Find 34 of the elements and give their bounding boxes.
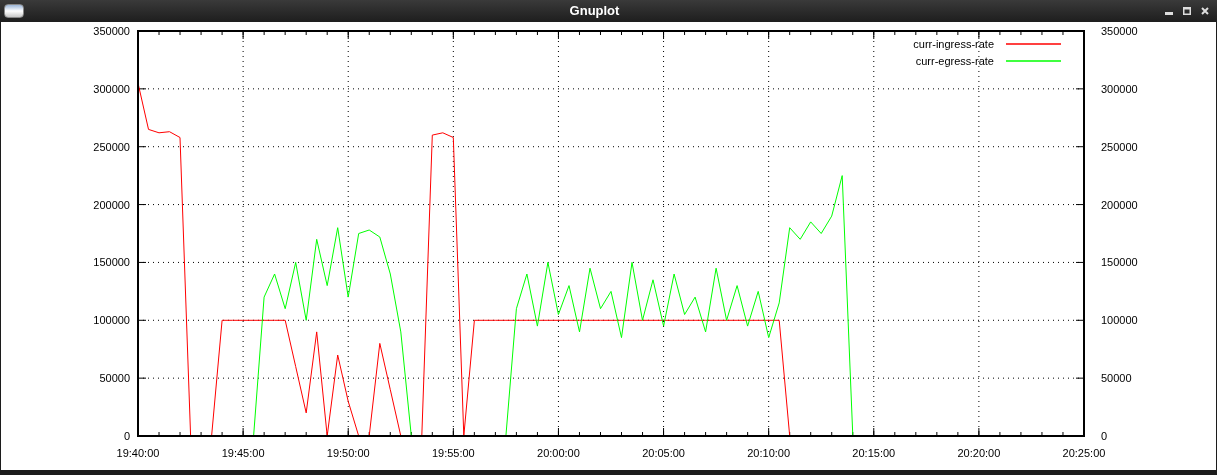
y-axis-label: 0 bbox=[1101, 430, 1108, 442]
x-axis-label: 20:25:00 bbox=[1062, 447, 1106, 459]
y-axis-label: 200000 bbox=[93, 198, 130, 211]
y-axis-label: 100000 bbox=[1101, 314, 1138, 327]
legend-label: curr-ingress-rate bbox=[913, 38, 994, 50]
x-axis-label: 20:10:00 bbox=[747, 447, 791, 459]
x-axis-label: 19:45:00 bbox=[221, 447, 265, 459]
y-axis-label: 250000 bbox=[1101, 140, 1138, 153]
legend-line bbox=[1005, 43, 1062, 45]
y-axis-label: 50000 bbox=[99, 372, 130, 385]
y-axis-label: 350000 bbox=[1101, 25, 1138, 37]
close-icon[interactable] bbox=[1201, 7, 1209, 15]
y-axis-label: 200000 bbox=[1101, 198, 1138, 211]
x-axis-label: 20:00:00 bbox=[537, 447, 580, 459]
y-axis-label: 150000 bbox=[1101, 256, 1138, 269]
x-axis-label: 20:15:00 bbox=[852, 447, 896, 459]
y-axis-label: 300000 bbox=[93, 82, 130, 95]
y-axis-label: 0 bbox=[123, 430, 130, 442]
x-axis-label: 20:20:00 bbox=[957, 447, 1001, 459]
window-title: Gnuplot bbox=[568, 2, 621, 21]
legend-line bbox=[1005, 60, 1062, 62]
y-axis-label: 150000 bbox=[93, 256, 130, 269]
x-axis-label: 20:05:00 bbox=[642, 447, 685, 459]
y-axis-label: 50000 bbox=[1101, 372, 1132, 385]
window-icon bbox=[4, 4, 24, 18]
y-axis-label: 250000 bbox=[93, 140, 130, 153]
legend-label: curr-egress-rate bbox=[915, 55, 994, 67]
y-axis-label: 100000 bbox=[93, 314, 130, 327]
x-axis-label: 19:55:00 bbox=[431, 447, 475, 459]
y-axis-label: 350000 bbox=[93, 25, 130, 37]
x-axis-label: 19:40:00 bbox=[116, 447, 160, 459]
y-axis-label: 300000 bbox=[1101, 82, 1138, 95]
maximize-icon[interactable] bbox=[1183, 7, 1191, 15]
x-axis-label: 19:50:00 bbox=[326, 447, 370, 459]
